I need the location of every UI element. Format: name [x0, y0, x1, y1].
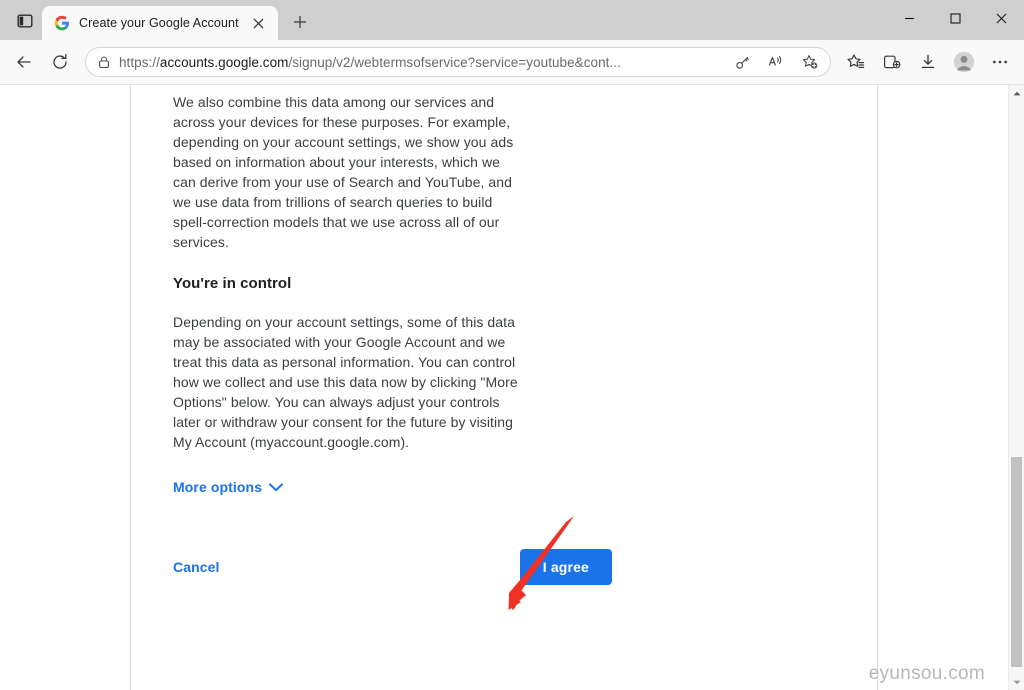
terms-heading: You're in control [173, 274, 835, 294]
scroll-up-button[interactable] [1009, 85, 1024, 101]
window-controls [886, 0, 1024, 40]
minimize-button[interactable] [886, 0, 932, 36]
terms-actions: Cancel I agree [173, 549, 835, 585]
page-scrollbar[interactable] [1008, 85, 1024, 690]
page-viewport: We also combine this data among our serv… [0, 85, 1024, 690]
key-icon [735, 55, 750, 70]
add-favorite-button[interactable] [797, 49, 823, 75]
scroll-down-icon [1013, 680, 1021, 685]
scrollbar-thumb[interactable] [1011, 457, 1022, 667]
terms-paragraph-2: Depending on your account settings, some… [173, 312, 525, 452]
read-aloud-icon [768, 54, 784, 70]
new-tab-button[interactable] [285, 7, 315, 37]
favorites-icon [847, 53, 865, 71]
favorites-button[interactable] [839, 45, 873, 79]
more-options-label: More options [173, 479, 262, 495]
scroll-up-icon [1013, 91, 1021, 96]
browser-tab[interactable]: Create your Google Account [42, 6, 278, 40]
refresh-button[interactable] [43, 45, 77, 79]
window-close-button[interactable] [978, 0, 1024, 36]
tab-search-button[interactable] [8, 6, 42, 36]
tab-strip: Create your Google Account [0, 0, 1024, 40]
maximize-button[interactable] [932, 0, 978, 36]
read-aloud-button[interactable] [763, 49, 789, 75]
lock-icon [97, 55, 111, 69]
url-text: https://accounts.google.com/signup/v2/we… [119, 55, 721, 70]
url-scheme: https:// [119, 55, 160, 70]
back-arrow-icon [15, 53, 33, 71]
url-domain: accounts.google.com [160, 55, 289, 70]
cancel-button[interactable]: Cancel [165, 551, 228, 583]
browser-toolbar: https://accounts.google.com/signup/v2/we… [0, 40, 1024, 85]
profile-button[interactable] [947, 45, 981, 79]
settings-more-button[interactable] [983, 45, 1017, 79]
chevron-down-icon [269, 483, 283, 492]
terms-paragraph-1: We also combine this data among our serv… [173, 92, 525, 252]
url-path: /signup/v2/webtermsofservice?service=you… [288, 55, 620, 70]
tab-close-button[interactable] [248, 12, 270, 34]
plus-icon [293, 15, 307, 29]
close-icon [253, 18, 264, 29]
browser-window: Create your Google Account [0, 0, 1024, 690]
more-options-link[interactable]: More options [173, 479, 283, 495]
watermark: eyunsou.com [869, 663, 985, 685]
scroll-down-button[interactable] [1009, 674, 1024, 690]
close-icon [996, 13, 1007, 24]
add-favorite-icon [802, 54, 818, 70]
refresh-icon [51, 53, 69, 71]
password-key-button[interactable] [729, 49, 755, 75]
tab-title: Create your Google Account [79, 16, 239, 30]
site-info-button[interactable] [97, 55, 111, 69]
collections-icon [883, 53, 901, 71]
i-agree-button[interactable]: I agree [520, 549, 612, 585]
maximize-icon [950, 13, 961, 24]
terms-card: We also combine this data among our serv… [130, 85, 878, 690]
profile-avatar-icon [953, 51, 975, 73]
minimize-icon [904, 13, 915, 24]
google-signup-page: We also combine this data among our serv… [0, 85, 1008, 690]
more-settings-icon [991, 53, 1009, 71]
collections-button[interactable] [875, 45, 909, 79]
back-button[interactable] [7, 45, 41, 79]
downloads-button[interactable] [911, 45, 945, 79]
google-g-icon [54, 15, 70, 31]
downloads-icon [919, 53, 937, 71]
terms-card-content: We also combine this data among our serv… [173, 92, 835, 585]
tab-search-icon [17, 13, 33, 29]
address-bar[interactable]: https://accounts.google.com/signup/v2/we… [85, 47, 831, 77]
